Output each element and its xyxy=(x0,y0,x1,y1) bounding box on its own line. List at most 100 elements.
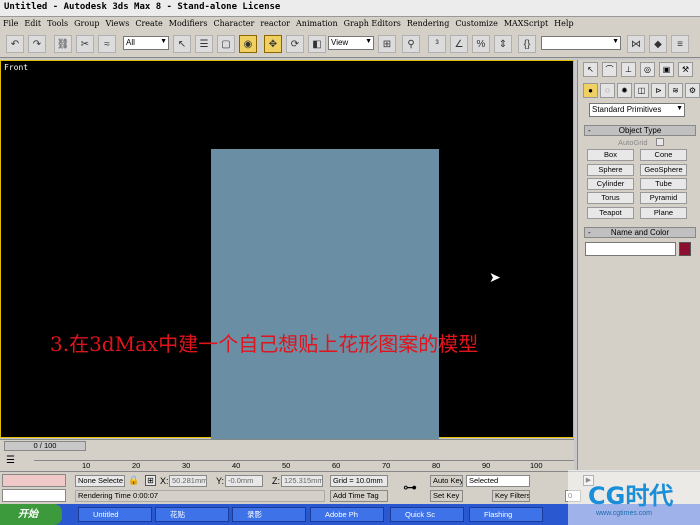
menu-modifiers[interactable]: Modifiers xyxy=(166,17,211,31)
name-color-rollout-header[interactable]: - Name and Color xyxy=(584,227,696,238)
add-time-tag-button[interactable]: Add Time Tag xyxy=(330,490,388,502)
box-button[interactable]: Box xyxy=(587,149,634,161)
viewport-label[interactable]: Front xyxy=(4,63,28,72)
set-key-button[interactable]: Set Key xyxy=(430,490,463,502)
taskbar-item-untitled[interactable]: Untitled xyxy=(78,507,152,522)
region-select-icon[interactable]: ▢ xyxy=(217,35,235,53)
time-slider[interactable]: 0 / 100 xyxy=(4,441,86,451)
menu-maxscript[interactable]: MAXScript xyxy=(501,17,551,31)
undo-icon[interactable]: ↶ xyxy=(6,35,24,53)
lights-icon[interactable]: ✹ xyxy=(617,83,632,98)
start-button[interactable]: 开始 xyxy=(0,504,62,525)
selection-filter-dropdown[interactable]: All ▼ xyxy=(123,36,169,50)
track-bar[interactable]: ☰ 10 20 30 40 50 60 70 80 90 100 xyxy=(0,452,574,471)
pivot-center-icon[interactable]: ⊞ xyxy=(378,35,396,53)
menu-customize[interactable]: Customize xyxy=(452,17,501,31)
motion-tab-icon[interactable]: ◎ xyxy=(640,62,655,77)
named-selection-sets-dropdown[interactable]: ▼ xyxy=(541,36,621,50)
link-icon[interactable]: ⛓ xyxy=(54,35,72,53)
tick-label: 10 xyxy=(82,461,91,470)
object-type-rollout-header[interactable]: - Object Type xyxy=(584,125,696,136)
torus-button[interactable]: Torus xyxy=(587,192,634,204)
y-coordinate-field[interactable]: -0.0mm xyxy=(225,475,263,487)
autogrid-label: AutoGrid xyxy=(618,138,648,147)
select-by-name-icon[interactable]: ☰ xyxy=(195,35,213,53)
menu-graph-editors[interactable]: Graph Editors xyxy=(341,17,404,31)
modify-tab-icon[interactable]: ⌒ xyxy=(602,62,617,77)
layer-manager-icon[interactable]: ≡ xyxy=(671,35,689,53)
mirror-icon[interactable]: ⋈ xyxy=(627,35,645,53)
menu-create[interactable]: Create xyxy=(132,17,165,31)
menu-character[interactable]: Character xyxy=(210,17,257,31)
reference-coordinate-dropdown[interactable]: View ▼ xyxy=(328,36,374,50)
create-tab-icon[interactable]: ↖ xyxy=(583,62,598,77)
select-manipulate-icon[interactable]: ⚲ xyxy=(402,35,420,53)
cameras-icon[interactable]: ◫ xyxy=(634,83,649,98)
plane-button[interactable]: Plane xyxy=(640,207,687,219)
taskbar-item-folder-1[interactable]: 花贴 xyxy=(155,507,229,522)
spinner-snap-icon[interactable]: ⇕ xyxy=(494,35,512,53)
menu-animation[interactable]: Animation xyxy=(293,17,341,31)
rotate-icon[interactable]: ⟳ xyxy=(286,35,304,53)
move-icon[interactable]: ✥ xyxy=(264,35,282,53)
z-coordinate-field[interactable]: 125.315mm xyxy=(281,475,323,487)
snap-toggle-icon[interactable]: ³ xyxy=(428,35,446,53)
category-dropdown[interactable]: Standard Primitives ▼ xyxy=(589,103,685,117)
key-filters-button[interactable]: Key Filters... xyxy=(492,490,530,502)
menu-tools[interactable]: Tools xyxy=(44,17,71,31)
systems-icon[interactable]: ⚙ xyxy=(685,83,700,98)
lock-icon[interactable]: 🔒 xyxy=(128,475,139,486)
hierarchy-tab-icon[interactable]: ⊥ xyxy=(621,62,636,77)
unlink-icon[interactable]: ✂ xyxy=(76,35,94,53)
shapes-icon[interactable]: ◌ xyxy=(600,83,615,98)
sphere-button[interactable]: Sphere xyxy=(587,164,634,176)
x-coordinate-field[interactable]: 50.281mm xyxy=(169,475,207,487)
utilities-tab-icon[interactable]: ⚒ xyxy=(678,62,693,77)
percent-snap-icon[interactable]: % xyxy=(472,35,490,53)
key-icon[interactable]: ⊶ xyxy=(403,479,417,496)
front-viewport[interactable]: Front ➤ xyxy=(0,60,574,482)
cone-button[interactable]: Cone xyxy=(640,149,687,161)
key-mode-dropdown[interactable]: Selected xyxy=(466,475,530,487)
taskbar-item-photoshop[interactable]: Adobe Ph xyxy=(310,507,384,522)
absolute-mode-icon[interactable]: ⊞ xyxy=(145,475,156,486)
menu-reactor[interactable]: reactor xyxy=(257,17,293,31)
menu-views[interactable]: Views xyxy=(102,17,132,31)
main-toolbar: ↶ ↷ ⛓ ✂ ≈ All ▼ ↖ ☰ ▢ ◉ ✥ ⟳ ◧ View ▼ ⊞ ⚲ ³… xyxy=(0,31,700,58)
geometry-icon[interactable]: ● xyxy=(583,83,598,98)
taskbar-item-folder-2[interactable]: 录影 xyxy=(232,507,306,522)
menu-group[interactable]: Group xyxy=(71,17,102,31)
menu-help[interactable]: Help xyxy=(551,17,576,31)
geosphere-button[interactable]: GeoSphere xyxy=(640,164,687,176)
helpers-icon[interactable]: ⊳ xyxy=(651,83,666,98)
watermark-logo-text: CG时代 xyxy=(588,482,674,510)
plane-object[interactable] xyxy=(211,149,439,471)
bind-space-warp-icon[interactable]: ≈ xyxy=(98,35,116,53)
auto-key-button[interactable]: Auto Key xyxy=(430,475,463,487)
autogrid-checkbox[interactable] xyxy=(656,138,664,146)
display-tab-icon[interactable]: ▣ xyxy=(659,62,674,77)
maxscript-listener-white[interactable] xyxy=(2,489,66,502)
align-icon[interactable]: ◆ xyxy=(649,35,667,53)
named-selection-icon[interactable]: {} xyxy=(518,35,536,53)
tube-button[interactable]: Tube xyxy=(640,178,687,190)
menu-file[interactable]: File xyxy=(0,17,21,31)
object-color-swatch[interactable] xyxy=(679,242,691,256)
mini-curve-editor-icon[interactable]: ☰ xyxy=(6,455,15,466)
scale-icon[interactable]: ◧ xyxy=(308,35,326,53)
taskbar-item-quick-screen[interactable]: Quick Sc xyxy=(390,507,464,522)
object-name-input[interactable] xyxy=(585,242,676,256)
space-warps-icon[interactable]: ≋ xyxy=(668,83,683,98)
cylinder-button[interactable]: Cylinder xyxy=(587,178,634,190)
window-crossing-icon[interactable]: ◉ xyxy=(239,35,257,53)
taskbar-item-flashing[interactable]: Flashing xyxy=(469,507,543,522)
maxscript-listener-pink[interactable] xyxy=(2,474,66,487)
angle-snap-icon[interactable]: ∠ xyxy=(450,35,468,53)
teapot-button[interactable]: Teapot xyxy=(587,207,634,219)
time-slider-bar[interactable]: 0 / 100 xyxy=(0,439,574,452)
menu-rendering[interactable]: Rendering xyxy=(404,17,452,31)
redo-icon[interactable]: ↷ xyxy=(28,35,46,53)
select-object-icon[interactable]: ↖ xyxy=(173,35,191,53)
pyramid-button[interactable]: Pyramid xyxy=(640,192,687,204)
menu-edit[interactable]: Edit xyxy=(21,17,44,31)
